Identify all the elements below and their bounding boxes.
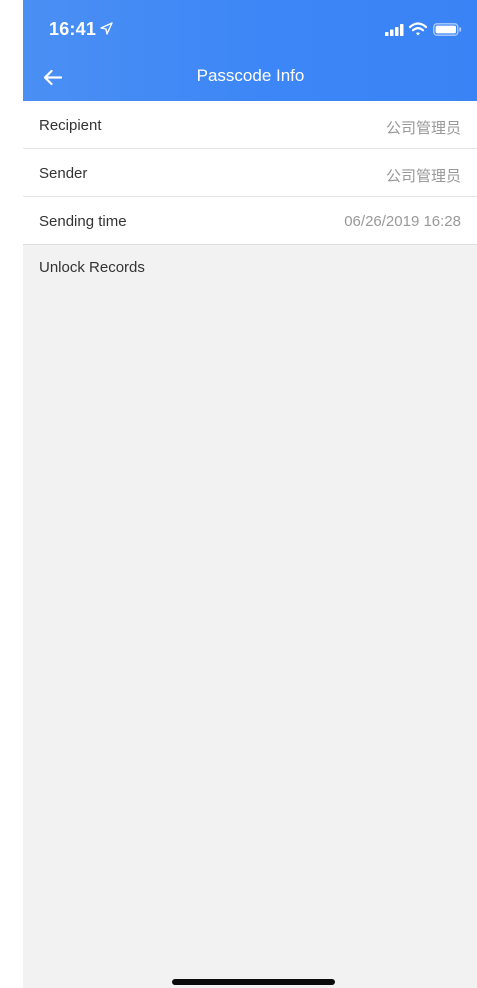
sender-label: Sender — [39, 165, 88, 182]
navigation-bar: Passcode Info — [23, 56, 477, 101]
status-bar: 16:41 — [23, 0, 477, 56]
info-row-sending-time: Sending time 06/26/2019 16:28 — [23, 197, 477, 245]
phone-screen: 16:41 Passcode Info Recipient 公司管理员 Send… — [23, 0, 477, 988]
location-arrow-icon — [100, 22, 113, 35]
page-title: Passcode Info — [196, 66, 305, 85]
sending-time-value: 06/26/2019 16:28 — [344, 213, 461, 230]
header: 16:41 Passcode Info — [23, 0, 477, 101]
sending-time-label: Sending time — [39, 213, 127, 230]
info-row-sender: Sender 公司管理员 — [23, 149, 477, 197]
wifi-icon — [409, 22, 427, 36]
home-indicator[interactable] — [172, 979, 335, 985]
recipient-label: Recipient — [39, 117, 102, 134]
status-time: 16:41 — [49, 19, 97, 39]
unlock-records-title: Unlock Records — [39, 259, 145, 276]
recipient-value: 公司管理员 — [385, 120, 461, 137]
info-row-recipient: Recipient 公司管理员 — [23, 101, 477, 149]
sender-value: 公司管理员 — [385, 168, 461, 185]
cellular-signal-icon — [385, 24, 404, 36]
battery-icon — [433, 23, 462, 36]
passcode-info-list: Recipient 公司管理员 Sender 公司管理员 Sending tim… — [23, 101, 477, 245]
